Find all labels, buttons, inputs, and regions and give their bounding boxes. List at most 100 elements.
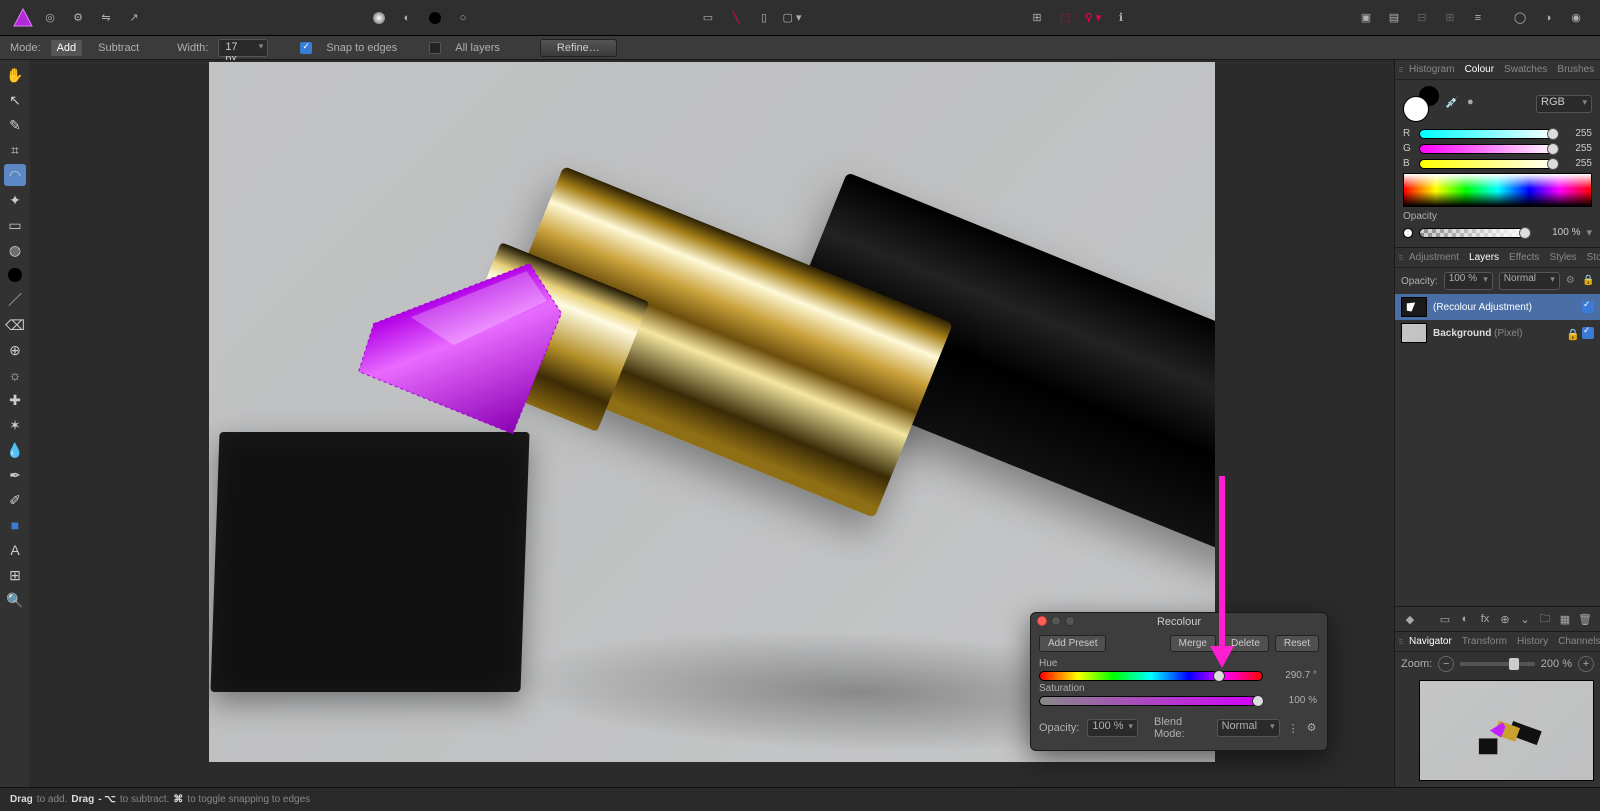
mode-add-button[interactable]: Add [51,40,83,56]
marquee-tool[interactable]: ▭ [4,214,26,236]
fx-icon[interactable]: fx [1476,610,1494,628]
tab-history[interactable]: History [1513,636,1552,647]
dlg-blend-select[interactable]: Normal [1217,719,1280,737]
bool-sub-icon[interactable]: ◑ [1536,6,1560,30]
navigator-preview[interactable] [1419,680,1594,781]
auto-select-icon[interactable]: ▯ [752,6,776,30]
magnet-icon[interactable]: ⚲ ▾ [1081,6,1105,30]
hand-tool[interactable]: ✋ [4,64,26,86]
g-value[interactable]: 255 [1564,143,1592,154]
hue-value[interactable]: 290.7 ° [1285,670,1317,681]
magic-wand-tool[interactable]: ✦ [4,189,26,211]
tab-styles[interactable]: Styles [1545,252,1580,263]
zoom-window-icon[interactable] [1065,616,1075,626]
g-slider[interactable] [1419,144,1558,154]
crop-tool[interactable]: ⌗ [4,139,26,161]
zoom-slider[interactable] [1460,662,1535,666]
move-tool[interactable]: ↖ [4,89,26,111]
lock-icon[interactable]: 🔒 [1582,275,1594,287]
marquee-icon[interactable]: ▭ [696,6,720,30]
align-icon[interactable]: ≡ [1466,6,1490,30]
tab-adjustment[interactable]: Adjustment [1405,252,1463,263]
flood-fill-tool[interactable]: ◍ [4,239,26,261]
tab-layers[interactable]: Layers [1465,252,1503,263]
diag-line-icon[interactable]: ╲ [724,6,748,30]
add-preset-button[interactable]: Add Preset [1039,635,1106,652]
target-dropdown-icon[interactable]: ▢ ▾ [780,6,804,30]
mask-icon[interactable]: ▭ [1436,610,1454,628]
hue-slider[interactable] [1039,671,1263,681]
text-tool[interactable]: A [4,539,26,561]
selection-brush-tool[interactable]: ◠ [4,164,26,186]
colour-opacity-slider[interactable] [1419,228,1530,238]
snap-edges-checkbox[interactable] [300,42,312,54]
refine-button[interactable]: Refine… [540,39,617,57]
colour-spectrum[interactable] [1403,173,1592,207]
blur-tool[interactable]: 💧 [4,439,26,461]
folder-icon[interactable]: 🗀 [1536,610,1554,628]
layer-item-recolour[interactable]: (Recolour Adjustment) [1395,294,1600,320]
layer-lock-icon[interactable]: 🔒 [1566,328,1576,338]
assistant-icon[interactable]: ℹ [1109,6,1133,30]
white-circle-icon[interactable]: ○ [451,6,475,30]
retouch-tool[interactable]: ✶ [4,414,26,436]
half-circle-icon[interactable]: ◐ [395,6,419,30]
close-icon[interactable] [1037,616,1047,626]
layers-opacity-select[interactable]: 100 % [1444,272,1493,290]
bool-add-icon[interactable]: ◯ [1508,6,1532,30]
tab-channels[interactable]: Channels [1554,636,1600,647]
snap-toggle-icon[interactable]: ⬚ [1053,6,1077,30]
layer-item-background[interactable]: Background (Pixel) 🔒 [1395,320,1600,346]
tab-transform[interactable]: Transform [1458,636,1511,647]
tab-colour[interactable]: Colour [1461,64,1498,75]
colour-opacity-value[interactable]: 100 % [1536,227,1580,238]
develop-persona-icon[interactable]: ⚙ [66,6,90,30]
saturation-slider[interactable] [1039,696,1263,706]
erase-tool[interactable]: ⌫ [4,314,26,336]
tab-histogram[interactable]: Histogram [1405,64,1459,75]
tab-navigator[interactable]: Navigator [1405,636,1456,647]
reset-button[interactable]: Reset [1275,635,1319,652]
dlg-gear-icon[interactable]: ⚙ [1307,721,1319,735]
ungroup-icon[interactable]: ⊞ [1438,6,1462,30]
to-front-icon[interactable]: ▣ [1354,6,1378,30]
dlg-opacity-select[interactable]: 100 % [1087,719,1138,737]
dlg-menu-icon[interactable]: ⋮ [1288,722,1299,735]
trash-icon[interactable]: 🗑 [1576,610,1594,628]
dialog-titlebar[interactable]: Recolour [1031,613,1327,631]
recolour-dialog[interactable]: Recolour Add Preset Merge Delete Reset H… [1030,612,1328,751]
layer-tag-icon[interactable]: ◆ [1401,610,1419,628]
layer-visible-checkbox[interactable] [1582,301,1594,313]
colour-picker-tool[interactable]: ✎ [4,114,26,136]
colour-circle-icon[interactable] [423,6,447,30]
crosshair-icon[interactable]: ⊕ [1496,610,1514,628]
layer-visible-checkbox[interactable] [1582,327,1594,339]
gradient-tool[interactable] [4,264,26,286]
inpaint-tool[interactable]: ✚ [4,389,26,411]
zoom-out-button[interactable]: − [1438,656,1454,672]
zoom-value[interactable]: 200 % [1541,658,1572,670]
zoom-tool[interactable]: 🔍 [4,589,26,611]
tab-stock[interactable]: Stock [1583,252,1600,263]
tab-brushes[interactable]: Brushes [1553,64,1598,75]
zoom-blur-tool[interactable]: ☼ [4,364,26,386]
tab-effects[interactable]: Effects [1505,252,1543,263]
new-layer-icon[interactable]: ▦ [1556,610,1574,628]
all-layers-checkbox[interactable] [429,42,441,54]
liquify-persona-icon[interactable]: ◎ [38,6,62,30]
colour-swatch-toggle[interactable] [1403,86,1439,122]
merge-button[interactable]: Merge [1170,635,1216,652]
export-persona-icon[interactable]: ↗ [122,6,146,30]
tonemap-persona-icon[interactable]: ⇋ [94,6,118,30]
gear-icon[interactable]: ⚙ [1566,275,1576,287]
colour-mode-select[interactable]: RGB [1536,95,1592,113]
pen-tool[interactable]: ✒ [4,464,26,486]
paint-brush-tool[interactable]: ／ [4,289,26,311]
r-slider[interactable] [1419,129,1558,139]
saturation-value[interactable]: 100 % [1289,695,1317,706]
eyedropper-icon[interactable]: 💉 [1445,96,1461,112]
node-tool[interactable]: ✐ [4,489,26,511]
r-value[interactable]: 255 [1564,128,1592,139]
mesh-tool[interactable]: ⊞ [4,564,26,586]
clone-tool[interactable]: ⊕ [4,339,26,361]
